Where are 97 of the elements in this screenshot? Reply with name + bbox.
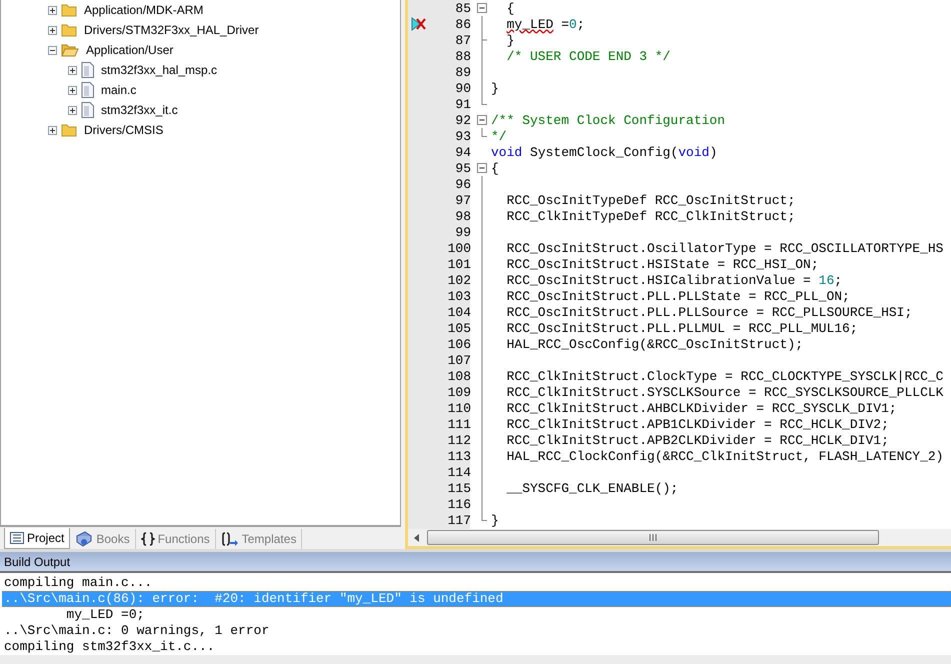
line-number: 110	[446, 400, 471, 416]
line-number: 90	[454, 80, 471, 96]
books-icon	[75, 531, 94, 547]
output-line[interactable]: ..\Src\main.c: 0 warnings, 1 error	[2, 623, 951, 639]
line-number: 107	[446, 352, 471, 368]
line-number: 95	[454, 160, 471, 176]
code-line: /** System Clock Configuration	[490, 112, 726, 128]
code-line: RCC_OscInitStruct.HSICalibrationValue = 16;	[506, 272, 842, 288]
line-number: 115	[446, 480, 471, 496]
scroll-left-icon[interactable]	[414, 534, 419, 542]
line-number: 91	[454, 96, 471, 112]
file-icon	[81, 82, 94, 98]
collapse-icon[interactable]	[477, 115, 487, 125]
grip-icon	[649, 534, 657, 541]
folder-icon	[61, 123, 77, 137]
line-number: 113	[446, 448, 471, 464]
code-line: */	[490, 128, 507, 144]
code-line: RCC_ClkInitStruct.SYSCLKSource = RCC_SYSCLKSOURCE_PLLCLK	[506, 384, 944, 400]
tree-item-label[interactable]: Drivers/STM32F3xx_HAL_Driver	[81, 23, 259, 37]
tree-item-label[interactable]: Drivers/CMSIS	[81, 123, 164, 137]
code-line: RCC_OscInitStruct.PLL.PLLMUL = RCC_PLL_MUL16;	[506, 320, 858, 336]
output-line[interactable]: compiling stm32f3xx_it.c...	[2, 639, 951, 655]
code-line: RCC_OscInitStruct.OscillatorType = RCC_OSCILLATORTYPE_HS	[506, 240, 944, 256]
code-line: {	[490, 160, 499, 176]
tree-item-label[interactable]: stm32f3xx_it.c	[98, 103, 178, 117]
panel-tab[interactable]: Project	[4, 528, 70, 549]
expand-icon[interactable]	[48, 26, 57, 34]
code-line: __SYSCFG_CLK_ENABLE();	[506, 480, 678, 496]
code-line: RCC_OscInitStruct.HSIState = RCC_HSI_ON;	[506, 256, 819, 272]
line-number: 97	[454, 192, 471, 208]
line-number: 114	[446, 464, 471, 480]
code-line: RCC_ClkInitTypeDef RCC_ClkInitStruct;	[506, 208, 796, 224]
file-icon	[81, 62, 94, 78]
code-line: RCC_ClkInitStruct.AHBCLKDivider = RCC_SYSCLK_DIV1;	[506, 400, 897, 416]
line-number: 109	[446, 384, 471, 400]
line-number: 87	[454, 32, 471, 48]
collapse-icon[interactable]	[477, 3, 487, 13]
line-number: 104	[446, 304, 471, 320]
scrollbar-thumb[interactable]	[427, 530, 879, 545]
collapse-icon[interactable]	[48, 46, 57, 54]
folder-icon	[61, 43, 79, 57]
line-number: 117	[446, 512, 471, 528]
line-number: 94	[454, 144, 471, 160]
file-icon	[81, 102, 94, 118]
code-line: }	[490, 512, 499, 528]
expand-icon[interactable]	[68, 86, 77, 94]
line-number: 99	[454, 224, 471, 240]
line-number: 89	[454, 64, 471, 80]
line-number: 85	[454, 0, 471, 16]
list-icon	[10, 532, 24, 544]
code-line: }	[490, 80, 499, 96]
line-number: 116	[446, 496, 471, 512]
code-line: /* USER CODE END 3 */	[506, 48, 670, 64]
expand-icon[interactable]	[48, 6, 57, 14]
line-number: 100	[446, 240, 471, 256]
collapse-icon[interactable]	[477, 163, 487, 173]
line-number: 112	[446, 432, 471, 448]
code-line: HAL_RCC_OscConfig(&RCC_OscInitStruct);	[506, 336, 804, 352]
tree-item-label[interactable]: main.c	[98, 83, 136, 97]
line-number: 93	[454, 128, 471, 144]
code-line: RCC_OscInitStruct.PLL.PLLSource = RCC_PLLSOURCE_HSI;	[506, 304, 912, 320]
code-line: RCC_OscInitTypeDef RCC_OscInitStruct;	[506, 192, 796, 208]
code-line: RCC_ClkInitStruct.APB2CLKDivider = RCC_HCLK_DIV1;	[506, 432, 889, 448]
folder-icon	[61, 3, 77, 17]
tree-item-label[interactable]: Application/User	[83, 43, 174, 57]
line-number: 111	[446, 416, 471, 432]
code-line: {	[506, 0, 514, 16]
code-line: HAL_RCC_ClockConfig(&RCC_ClkInitStruct, FLASH_LATENCY_2)	[506, 448, 944, 464]
line-number: 86	[454, 16, 471, 32]
line-number: 105	[446, 320, 471, 336]
output-line[interactable]: my_LED =0;	[2, 607, 951, 623]
line-number: 98	[454, 208, 471, 224]
folder-icon	[61, 23, 77, 37]
expand-icon[interactable]	[68, 66, 77, 74]
expand-icon[interactable]	[48, 126, 57, 134]
code-line: RCC_ClkInitStruct.APB1CLKDivider = RCC_HCLK_DIV2;	[506, 416, 889, 432]
braces-arrow-icon	[220, 532, 239, 546]
output-line[interactable]: compiling main.c...	[2, 575, 951, 591]
line-number: 92	[454, 112, 471, 128]
line-number: 102	[446, 272, 471, 288]
tree-item-label[interactable]: stm32f3xx_hal_msp.c	[98, 63, 218, 77]
line-number: 103	[446, 288, 471, 304]
line-number: 106	[446, 336, 471, 352]
code-line: RCC_ClkInitStruct.ClockType = RCC_CLOCKTYPE_SYSCLK|RCC_C	[506, 368, 944, 384]
line-number: 96	[454, 176, 471, 192]
code-line: RCC_OscInitStruct.PLL.PLLState = RCC_PLL_ON;	[506, 288, 850, 304]
line-number: 101	[446, 256, 471, 272]
braces-icon	[140, 532, 155, 546]
expand-icon[interactable]	[68, 106, 77, 114]
line-number: 108	[446, 368, 471, 384]
code-line: }	[506, 32, 514, 48]
line-number: 88	[454, 48, 471, 64]
code-line: void SystemClock_Config(void)	[490, 144, 718, 160]
panel-title: Build Output	[0, 552, 951, 573]
tree-item-label[interactable]: Application/MDK-ARM	[81, 3, 204, 17]
code-line: my_LED =0;	[506, 16, 585, 32]
fold-line-icon	[481, 128, 487, 137]
